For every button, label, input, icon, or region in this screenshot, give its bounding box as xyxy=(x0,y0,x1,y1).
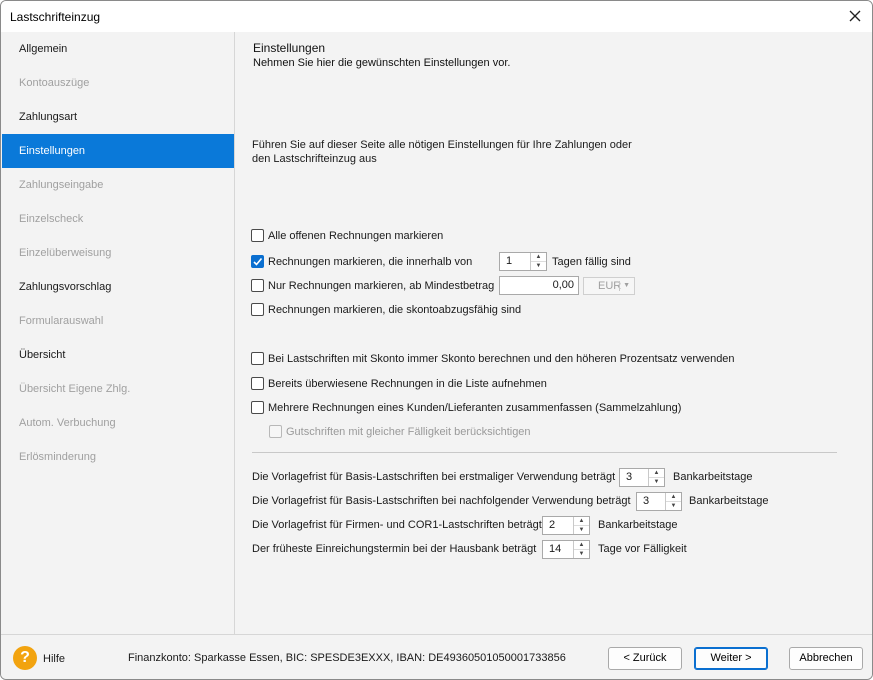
basis-following-label: Die Vorlagefrist für Basis-Lastschriften… xyxy=(252,495,631,507)
mark-all-open-checkbox[interactable] xyxy=(251,229,264,242)
option-always-discount[interactable]: Bei Lastschriften mit Skonto immer Skont… xyxy=(251,352,735,365)
sidebar-item-zahlungsart[interactable]: Zahlungsart xyxy=(2,100,234,134)
option-mark-all-open[interactable]: Alle offenen Rechnungen markieren xyxy=(251,229,443,242)
sidebar-item-einzelscheck: Einzelscheck xyxy=(19,213,84,225)
credit-notes-label: Gutschriften mit gleicher Fälligkeit ber… xyxy=(286,425,531,438)
window-title: Lastschrifteinzug xyxy=(10,10,101,24)
chevron-down-icon: ▼ xyxy=(623,282,630,289)
earliest-submission-stepper[interactable]: 14 ▲ ▼ xyxy=(542,540,590,559)
mark-discount-checkbox[interactable] xyxy=(251,303,264,316)
currency-value: EUR xyxy=(598,280,622,292)
back-button[interactable]: < Zurück xyxy=(608,647,682,670)
combine-invoices-checkbox[interactable] xyxy=(251,401,264,414)
option-combine-invoices[interactable]: Mehrere Rechnungen eines Kunden/Lieferan… xyxy=(251,401,681,414)
firm-cor1-stepper[interactable]: 2 ▲ ▼ xyxy=(542,516,590,535)
spin-up-icon[interactable]: ▲ xyxy=(531,253,546,262)
spin-down-icon[interactable]: ▼ xyxy=(649,478,664,486)
sidebar-item-zahlungseingabe: Zahlungseingabe xyxy=(19,179,104,191)
sidebar-item-einstellungen[interactable]: Einstellungen xyxy=(2,134,234,168)
include-transferred-label: Bereits überwiesene Rechnungen in die Li… xyxy=(268,377,547,390)
include-transferred-checkbox[interactable] xyxy=(251,377,264,390)
basis-first-stepper[interactable]: 3 ▲ ▼ xyxy=(619,468,665,487)
sidebar-item-zahlungsvorschlag[interactable]: Zahlungsvorschlag xyxy=(2,270,234,304)
option-mark-due-within[interactable]: Rechnungen markieren, die innerhalb von xyxy=(251,255,472,268)
combine-invoices-label: Mehrere Rechnungen eines Kunden/Lieferan… xyxy=(268,401,682,414)
spin-down-icon[interactable]: ▼ xyxy=(574,550,589,558)
mark-due-within-label: Rechnungen markieren, die innerhalb von xyxy=(268,255,473,268)
spin-down-icon[interactable]: ▼ xyxy=(666,502,681,510)
credit-notes-checkbox xyxy=(269,425,282,438)
basis-first-value[interactable]: 3 xyxy=(620,469,648,486)
mark-discount-label: Rechnungen markieren, die skontoabzugsfä… xyxy=(268,303,522,316)
min-amount-input[interactable]: 0,00 xyxy=(499,276,579,295)
close-button[interactable] xyxy=(844,5,866,27)
help-link[interactable]: Hilfe xyxy=(43,653,65,665)
title-bar: Lastschrifteinzug xyxy=(1,1,872,32)
firm-cor1-label: Die Vorlagefrist für Firmen- und COR1-La… xyxy=(252,519,542,531)
sidebar-item-allgemein[interactable]: Allgemein xyxy=(2,32,234,66)
spin-up-icon[interactable]: ▲ xyxy=(574,517,589,526)
help-icon[interactable]: ? xyxy=(13,646,37,670)
basis-first-label: Die Vorlagefrist für Basis-Lastschriften… xyxy=(252,471,616,483)
settings-panel: Einstellungen Nehmen Sie hier die gewüns… xyxy=(236,32,872,634)
mark-min-amount-label: Nur Rechnungen markieren, ab Mindestbetr… xyxy=(268,279,495,292)
sidebar-item-einzelüberweisung: Einzelüberweisung xyxy=(19,247,112,259)
option-credit-notes: Gutschriften mit gleicher Fälligkeit ber… xyxy=(269,425,531,438)
basis-following-value[interactable]: 3 xyxy=(637,493,665,510)
next-button[interactable]: Weiter > xyxy=(694,647,768,670)
intro-line-2: den Lastschrifteinzug aus xyxy=(252,153,377,165)
always-discount-checkbox[interactable] xyxy=(251,352,264,365)
cancel-button[interactable]: Abbrechen xyxy=(789,647,863,670)
earliest-submission-value[interactable]: 14 xyxy=(543,541,573,558)
basis-following-stepper[interactable]: 3 ▲ ▼ xyxy=(636,492,682,511)
option-include-transferred[interactable]: Bereits überwiesene Rechnungen in die Li… xyxy=(251,377,547,390)
dialog-footer: ? Hilfe Finanzkonto: Sparkasse Essen, BI… xyxy=(1,634,872,679)
sidebar-item-kontoauszüge: Kontoauszüge xyxy=(19,77,90,89)
sidebar-item-autom-verbuchung: Autom. Verbuchung xyxy=(19,417,116,429)
dialog-window: Lastschrifteinzug Allgemein Kontoauszüge Z… xyxy=(0,0,873,680)
firm-cor1-unit: Bankarbeitstage xyxy=(598,519,678,531)
section-divider xyxy=(252,452,837,453)
page-subtitle: Nehmen Sie hier die gewünschten Einstell… xyxy=(253,57,511,69)
option-mark-min-amount[interactable]: Nur Rechnungen markieren, ab Mindestbetr… xyxy=(251,279,494,292)
mark-all-open-label: Alle offenen Rechnungen markieren xyxy=(268,229,444,242)
spin-up-icon[interactable]: ▲ xyxy=(649,469,664,478)
intro-line-1: Führen Sie auf dieser Seite alle nötigen… xyxy=(252,139,632,151)
spin-up-icon[interactable]: ▲ xyxy=(574,541,589,550)
mark-min-amount-checkbox[interactable] xyxy=(251,279,264,292)
sidebar-nav: Allgemein Kontoauszüge Zahlungsart Einstell… xyxy=(2,32,235,634)
firm-cor1-value[interactable]: 2 xyxy=(543,517,573,534)
spin-down-icon[interactable]: ▼ xyxy=(531,262,546,270)
due-days-stepper[interactable]: 1 ▲ ▼ xyxy=(499,252,547,271)
intro-text: Führen Sie auf dieser Seite alle nötigen… xyxy=(252,138,672,166)
due-days-suffix: Tagen fällig sind xyxy=(552,256,631,268)
currency-select[interactable]: EUR ▼ xyxy=(583,277,635,295)
spin-up-icon[interactable]: ▲ xyxy=(666,493,681,502)
option-mark-discount[interactable]: Rechnungen markieren, die skontoabzugsfä… xyxy=(251,303,521,316)
page-title: Einstellungen xyxy=(253,41,326,55)
basis-first-unit: Bankarbeitstage xyxy=(673,471,753,483)
spin-down-icon[interactable]: ▼ xyxy=(574,526,589,534)
checkmark-icon xyxy=(253,257,263,266)
mark-due-within-checkbox[interactable] xyxy=(251,255,264,268)
earliest-submission-label: Der früheste Einreichungstermin bei der … xyxy=(252,543,537,555)
sidebar-item-erlösminderung: Erlösminderung xyxy=(19,451,97,463)
always-discount-label: Bei Lastschriften mit Skonto immer Skont… xyxy=(268,352,735,365)
sidebar-item-übersicht-eigene-zhlg: Übersicht Eigene Zhlg. xyxy=(19,383,131,395)
basis-following-unit: Bankarbeitstage xyxy=(689,495,769,507)
due-days-value[interactable]: 1 xyxy=(500,253,530,270)
earliest-submission-unit: Tage vor Fälligkeit xyxy=(598,543,687,555)
sidebar-item-übersicht[interactable]: Übersicht xyxy=(2,338,234,372)
sidebar-item-formularauswahl: Formularauswahl xyxy=(19,315,104,327)
close-icon xyxy=(849,10,861,22)
account-info: Finanzkonto: Sparkasse Essen, BIC: SPESD… xyxy=(128,652,566,664)
